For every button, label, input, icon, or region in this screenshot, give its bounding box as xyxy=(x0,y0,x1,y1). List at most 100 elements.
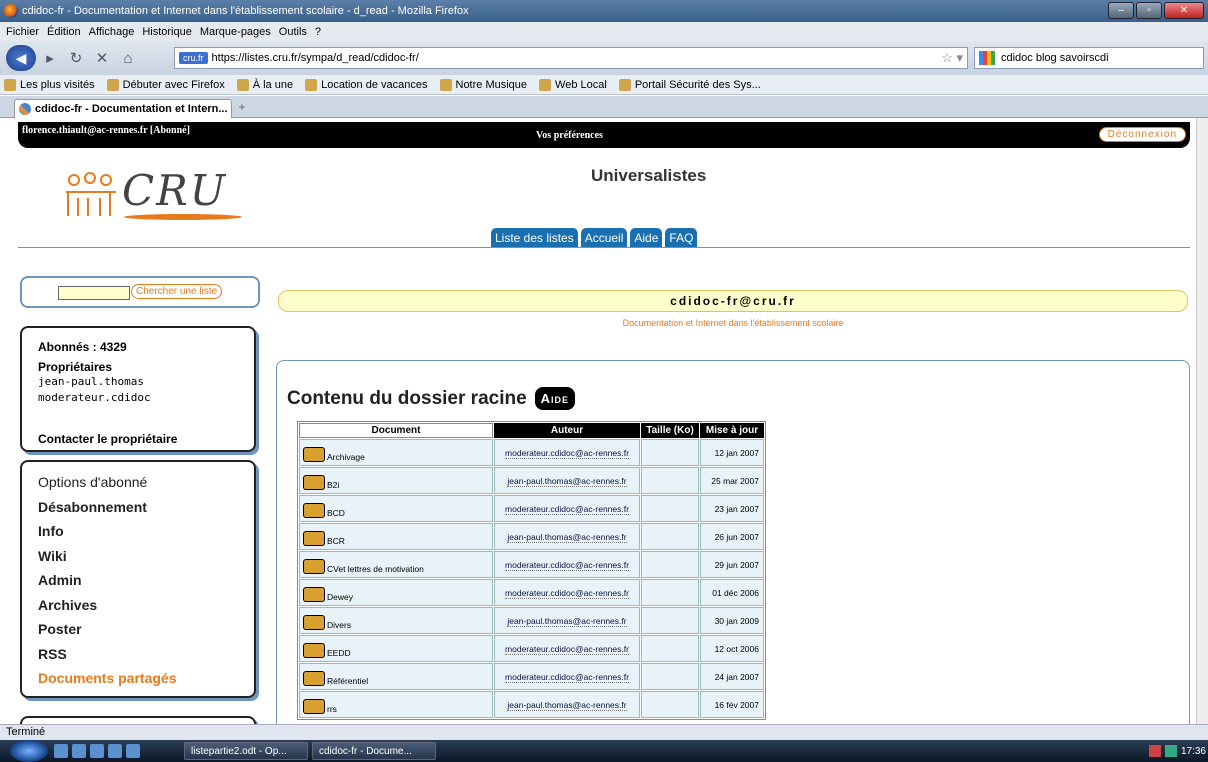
folder-icon[interactable] xyxy=(303,531,325,546)
close-button[interactable]: ✕ xyxy=(1164,2,1204,19)
menu-rss[interactable]: RSS xyxy=(38,642,238,667)
bookmark-item[interactable]: Location de vacances xyxy=(305,78,428,91)
new-tab-button[interactable]: + xyxy=(234,100,250,116)
clock[interactable]: 17:36 xyxy=(1181,746,1206,757)
author-link[interactable]: moderateur.cdidoc@ac-rennes.fr xyxy=(505,447,629,459)
bookmark-item[interactable]: Débuter avec Firefox xyxy=(106,78,225,91)
folder-icon[interactable] xyxy=(303,671,325,686)
cru-logo[interactable]: CRU xyxy=(60,162,250,222)
menu-documents-partages[interactable]: Documents partagés xyxy=(38,666,238,691)
folder-icon[interactable] xyxy=(303,559,325,574)
start-button[interactable] xyxy=(10,740,48,762)
tray-icon[interactable] xyxy=(1164,745,1177,757)
menu-desabonnement[interactable]: Désabonnement xyxy=(38,495,238,520)
document-cell[interactable]: EEDD xyxy=(299,635,493,662)
tray-icon[interactable] xyxy=(1148,745,1161,757)
bookmark-item[interactable]: Les plus visités xyxy=(4,78,95,91)
help-button[interactable]: Aide xyxy=(534,387,576,410)
quicklaunch-icon[interactable] xyxy=(72,744,86,758)
page-scrollbar[interactable] xyxy=(1196,118,1208,724)
search-text[interactable]: cdidoc blog savoirscdi xyxy=(1001,52,1109,64)
menu-archives[interactable]: Archives xyxy=(38,593,238,618)
menu-historique[interactable]: Historique xyxy=(142,26,192,38)
back-button[interactable]: ◀ xyxy=(6,45,36,71)
column-header-mise-a-jour[interactable]: Mise à jour xyxy=(700,423,764,438)
author-link[interactable]: jean-paul.thomas@ac-rennes.fr xyxy=(507,531,627,543)
maximize-button[interactable]: ▫ xyxy=(1136,2,1162,19)
column-header-document[interactable]: Document xyxy=(299,423,493,438)
document-name[interactable]: EEDD xyxy=(327,648,351,658)
tab-aide[interactable]: Aide xyxy=(630,228,663,248)
document-name[interactable]: Référentiel xyxy=(327,676,368,686)
document-name[interactable]: CVet lettres de motivation xyxy=(327,564,424,574)
url-bar[interactable]: cru.fr https://listes.cru.fr/sympa/d_rea… xyxy=(174,47,968,69)
contact-owner-link[interactable]: Contacter le propriétaire xyxy=(38,432,177,446)
menu-marque-pages[interactable]: Marque-pages xyxy=(200,26,271,38)
tab-liste-des-listes[interactable]: Liste des listes xyxy=(491,228,578,248)
search-bar[interactable]: cdidoc blog savoirscdi ⌕ xyxy=(974,47,1204,69)
document-name[interactable]: rrs xyxy=(327,704,337,714)
reload-icon[interactable]: ↻ xyxy=(66,48,86,68)
tab-faq[interactable]: FAQ xyxy=(665,228,698,248)
search-list-button[interactable]: Chercher une liste xyxy=(131,284,223,299)
column-header-taille[interactable]: Taille (Ko) xyxy=(641,423,699,438)
quicklaunch-icon[interactable] xyxy=(90,744,104,758)
author-link[interactable]: moderateur.cdidoc@ac-rennes.fr xyxy=(505,559,629,571)
menu-info[interactable]: Info xyxy=(38,519,238,544)
tab-active[interactable]: cdidoc-fr - Documentation et Intern... xyxy=(14,99,232,118)
author-link[interactable]: moderateur.cdidoc@ac-rennes.fr xyxy=(505,671,629,683)
taskbar-item-writer[interactable]: listepartie2.odt - Op... xyxy=(184,742,308,760)
site-identity-badge[interactable]: cru.fr xyxy=(179,52,208,64)
quicklaunch-icon[interactable] xyxy=(108,744,122,758)
bookmark-star-icon[interactable]: ☆ ▾ xyxy=(941,50,963,66)
author-link[interactable]: jean-paul.thomas@ac-rennes.fr xyxy=(507,615,627,627)
document-name[interactable]: Archivage xyxy=(327,452,365,462)
bookmark-item[interactable]: À la une xyxy=(236,78,293,91)
minimize-button[interactable]: – xyxy=(1108,2,1134,19)
url-text[interactable]: https://listes.cru.fr/sympa/d_read/cdido… xyxy=(212,52,419,64)
document-name[interactable]: BCD xyxy=(327,508,345,518)
folder-icon[interactable] xyxy=(303,475,325,490)
document-cell[interactable]: Référentiel xyxy=(299,663,493,690)
document-cell[interactable]: CVet lettres de motivation xyxy=(299,551,493,578)
document-cell[interactable]: rrs xyxy=(299,691,493,718)
document-name[interactable]: B2i xyxy=(327,480,339,490)
logout-button[interactable]: Déconnexion xyxy=(1098,127,1186,142)
preferences-link[interactable]: Vos préférences xyxy=(536,130,603,141)
tab-accueil[interactable]: Accueil xyxy=(580,228,628,248)
folder-icon[interactable] xyxy=(303,587,325,602)
folder-icon[interactable] xyxy=(303,503,325,518)
taskbar-item-firefox[interactable]: cdidoc-fr - Docume... xyxy=(312,742,436,760)
document-cell[interactable]: Divers xyxy=(299,607,493,634)
home-icon[interactable]: ⌂ xyxy=(118,48,138,68)
document-name[interactable]: Dewey xyxy=(327,592,353,602)
column-header-auteur[interactable]: Auteur xyxy=(494,423,640,438)
document-name[interactable]: Divers xyxy=(327,620,351,630)
bookmark-item[interactable]: Notre Musique xyxy=(439,78,527,91)
folder-icon[interactable] xyxy=(303,699,325,714)
document-cell[interactable]: BCD xyxy=(299,495,493,522)
menu-fichier[interactable]: Fichier xyxy=(6,26,39,38)
google-icon[interactable] xyxy=(979,51,995,65)
document-cell[interactable]: B2i xyxy=(299,467,493,494)
menu-help[interactable]: ? xyxy=(315,26,321,38)
document-cell[interactable]: Dewey xyxy=(299,579,493,606)
list-search-input[interactable] xyxy=(58,286,130,300)
folder-icon[interactable] xyxy=(303,615,325,630)
bookmark-item[interactable]: Portail Sécurité des Sys... xyxy=(618,78,761,91)
menu-wiki[interactable]: Wiki xyxy=(38,544,238,569)
bookmark-item[interactable]: Web Local xyxy=(539,78,607,91)
menu-options-abonne[interactable]: Options d'abonné xyxy=(38,470,238,495)
document-cell[interactable]: Archivage xyxy=(299,439,493,466)
quicklaunch-icon[interactable] xyxy=(54,744,68,758)
stop-icon[interactable]: ✕ xyxy=(92,48,112,68)
forward-button[interactable]: ▸ xyxy=(40,48,60,68)
document-name[interactable]: BCR xyxy=(327,536,345,546)
menu-edition[interactable]: Édition xyxy=(47,26,81,38)
quicklaunch-icon[interactable] xyxy=(126,744,140,758)
author-link[interactable]: moderateur.cdidoc@ac-rennes.fr xyxy=(505,587,629,599)
document-cell[interactable]: BCR xyxy=(299,523,493,550)
menu-admin[interactable]: Admin xyxy=(38,568,238,593)
author-link[interactable]: jean-paul.thomas@ac-rennes.fr xyxy=(507,699,627,711)
author-link[interactable]: moderateur.cdidoc@ac-rennes.fr xyxy=(505,643,629,655)
